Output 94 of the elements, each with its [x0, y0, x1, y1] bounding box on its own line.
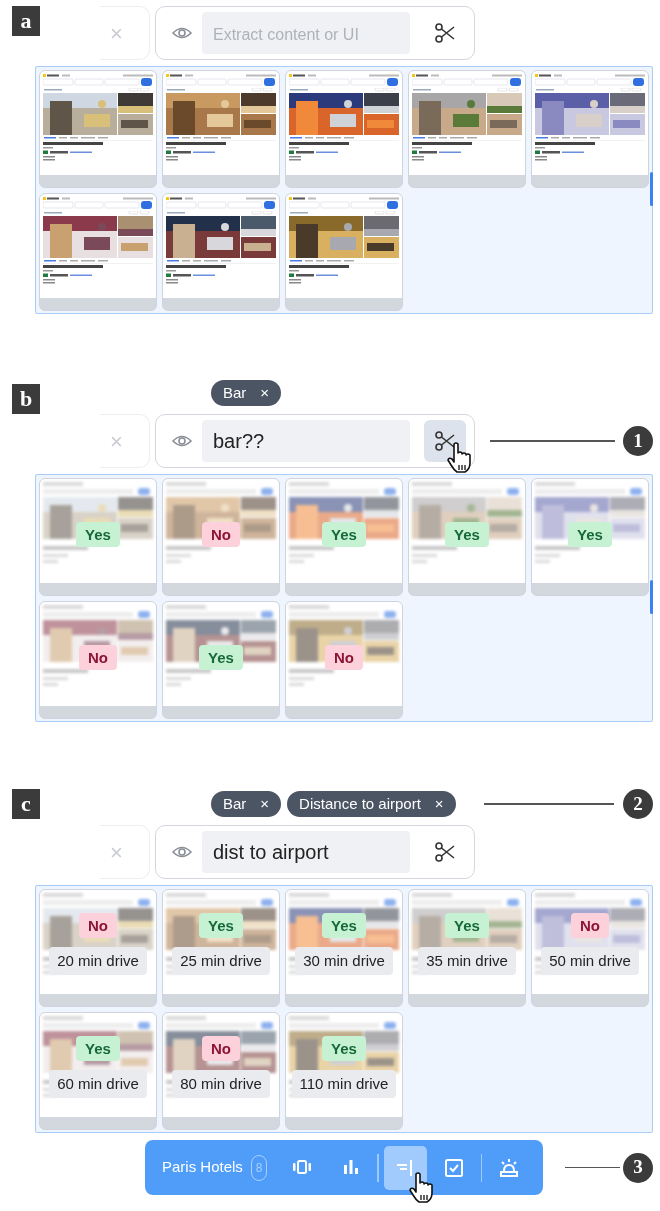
- blurred-text-drawing: [412, 546, 457, 563]
- checkbox-icon: [444, 1157, 465, 1178]
- chip-label: Bar: [223, 793, 247, 814]
- scissors-icon: [435, 23, 455, 43]
- blurred-text-drawing: [43, 546, 88, 563]
- hotel-card[interactable]: No: [162, 478, 280, 596]
- text-lines-drawing: [289, 142, 349, 161]
- hotel-card[interactable]: Yes 25 min drive: [162, 889, 280, 1007]
- answer-tag: No: [79, 913, 117, 939]
- blurred-text-drawing: [535, 546, 580, 563]
- hotel-card[interactable]: Yes: [39, 478, 157, 596]
- eye-icon[interactable]: [172, 433, 192, 449]
- distance-label: 60 min drive: [49, 1070, 147, 1098]
- scissors-icon: [435, 842, 455, 862]
- hotel-card[interactable]: [531, 70, 649, 188]
- filter-chip[interactable]: Distance to airport ×: [287, 791, 456, 817]
- answer-tag: No: [325, 645, 363, 671]
- remove-button[interactable]: ×: [434, 792, 444, 816]
- distance-label: 110 min drive: [291, 1070, 397, 1098]
- collection-title: Paris Hotels: [162, 1157, 243, 1178]
- answer-tag: No: [202, 1036, 240, 1062]
- answer-tag: Yes: [76, 522, 120, 548]
- distance-label: 25 min drive: [172, 947, 270, 975]
- hotel-card[interactable]: [285, 193, 403, 311]
- text-lines-drawing: [43, 265, 103, 284]
- text-lines-drawing: [289, 265, 349, 284]
- text-lines-drawing: [412, 142, 472, 161]
- chip-label: Bar: [223, 382, 247, 403]
- search-field[interactable]: Extract content or UI: [202, 12, 410, 54]
- blurred-text-drawing: [289, 669, 334, 686]
- text-lines-drawing: [43, 142, 103, 161]
- distance-label: 50 min drive: [541, 947, 639, 975]
- answer-tag: Yes: [445, 522, 489, 548]
- hotel-card[interactable]: Yes 35 min drive: [408, 889, 526, 1007]
- hotel-card[interactable]: [162, 193, 280, 311]
- callout-marker: 1: [623, 426, 653, 456]
- distance-label: 35 min drive: [418, 947, 516, 975]
- panel-label: c: [12, 789, 40, 819]
- answer-tag: Yes: [322, 522, 366, 548]
- hotel-card[interactable]: Yes: [162, 601, 280, 719]
- answer-tag: Yes: [445, 913, 489, 939]
- scissors-icon: [435, 431, 455, 451]
- answer-tag: No: [571, 913, 609, 939]
- distance-label: 80 min drive: [172, 1070, 270, 1098]
- answer-tag: No: [202, 522, 240, 548]
- hand-cursor-icon: [407, 1171, 436, 1206]
- answer-tag: Yes: [568, 522, 612, 548]
- callout-marker: 2: [623, 789, 653, 819]
- search-field[interactable]: dist to airport: [202, 831, 410, 873]
- answer-tag: Yes: [199, 645, 243, 671]
- hotel-card[interactable]: Yes: [408, 478, 526, 596]
- callout-marker: 3: [623, 1152, 653, 1183]
- hotel-card[interactable]: Yes 30 min drive: [285, 889, 403, 1007]
- scrollbar-thumb[interactable]: [650, 580, 653, 614]
- blurred-text-drawing: [289, 546, 334, 563]
- hotel-card[interactable]: No 20 min drive: [39, 889, 157, 1007]
- distance-label: 20 min drive: [49, 947, 147, 975]
- panel-label: a: [12, 6, 40, 36]
- hotel-card[interactable]: Yes 110 min drive: [285, 1012, 403, 1130]
- filter-chip[interactable]: Bar ×: [211, 380, 282, 406]
- eye-icon[interactable]: [172, 25, 192, 41]
- answer-tag: Yes: [322, 913, 366, 939]
- search-field[interactable]: bar??: [202, 420, 410, 462]
- hotel-card[interactable]: No: [39, 601, 157, 719]
- hotel-card[interactable]: No: [285, 601, 403, 719]
- text-lines-drawing: [535, 142, 595, 161]
- hotel-card[interactable]: Yes 60 min drive: [39, 1012, 157, 1130]
- eye-icon[interactable]: [172, 844, 192, 860]
- hotel-card[interactable]: [162, 70, 280, 188]
- answer-tag: No: [79, 645, 117, 671]
- filter-chip[interactable]: Bar ×: [211, 791, 282, 817]
- hotel-card[interactable]: [39, 70, 157, 188]
- hotel-card[interactable]: [285, 70, 403, 188]
- distance-label: 30 min drive: [295, 947, 393, 975]
- chip-label: Distance to airport: [299, 793, 421, 814]
- text-lines-drawing: [166, 142, 226, 161]
- blurred-text-drawing: [166, 669, 211, 686]
- answer-tag: Yes: [76, 1036, 120, 1062]
- siren-icon: [498, 1157, 519, 1178]
- hotel-card[interactable]: No 50 min drive: [531, 889, 649, 1007]
- blurred-text-drawing: [43, 669, 88, 686]
- hotel-card[interactable]: [39, 193, 157, 311]
- scrollbar-thumb[interactable]: [650, 172, 653, 206]
- blurred-text-drawing: [166, 546, 211, 563]
- text-lines-drawing: [166, 265, 226, 284]
- answer-tag: Yes: [199, 913, 243, 939]
- remove-button[interactable]: ×: [260, 792, 270, 816]
- hotel-card[interactable]: Yes: [285, 478, 403, 596]
- remove-button[interactable]: ×: [260, 381, 270, 405]
- hotel-card[interactable]: Yes: [531, 478, 649, 596]
- panel-label: b: [12, 384, 40, 414]
- answer-tag: Yes: [322, 1036, 366, 1062]
- hand-cursor-icon: [446, 442, 474, 476]
- hotel-card[interactable]: No 80 min drive: [162, 1012, 280, 1130]
